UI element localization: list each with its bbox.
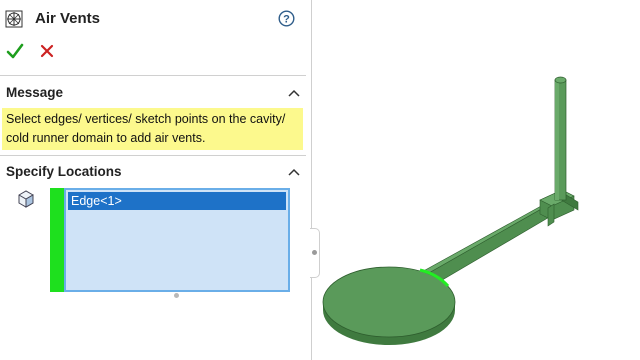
cube-selection-icon — [18, 190, 34, 208]
panel-title-row: Air Vents ? — [0, 0, 311, 38]
divider — [0, 155, 306, 156]
locations-section-header: Specify Locations — [6, 164, 122, 179]
graphics-viewport[interactable] — [322, 0, 640, 360]
runner-model — [322, 76, 579, 345]
locations-listbox[interactable]: Edge<1> — [64, 188, 290, 292]
collapse-message-icon[interactable] — [288, 89, 300, 97]
ok-button[interactable] — [6, 42, 24, 60]
list-item[interactable]: Edge<1> — [68, 192, 286, 210]
selection-status-bar — [50, 188, 64, 292]
message-box: Select edges/ vertices/ sketch points on… — [2, 108, 303, 150]
svg-text:?: ? — [283, 14, 290, 26]
cancel-button[interactable] — [39, 43, 55, 59]
splitter-grip-icon — [312, 250, 317, 255]
x-icon — [40, 44, 54, 58]
help-icon[interactable]: ? — [278, 10, 295, 27]
property-manager-panel: Air Vents ? Message Select edges/ vertic… — [0, 0, 312, 360]
message-section-header: Message — [6, 85, 64, 100]
checkmark-icon — [6, 43, 24, 59]
message-line-1: Select edges/ vertices/ sketch points on… — [6, 112, 286, 126]
listbox-resize-handle[interactable] — [174, 293, 179, 298]
collapse-locations-icon[interactable] — [288, 168, 300, 176]
divider — [0, 75, 306, 76]
air-vents-icon — [5, 10, 23, 28]
panel-splitter-handle[interactable] — [310, 228, 320, 278]
message-line-2: cold runner domain to add air vents. — [6, 131, 206, 145]
panel-title: Air Vents — [35, 10, 101, 27]
